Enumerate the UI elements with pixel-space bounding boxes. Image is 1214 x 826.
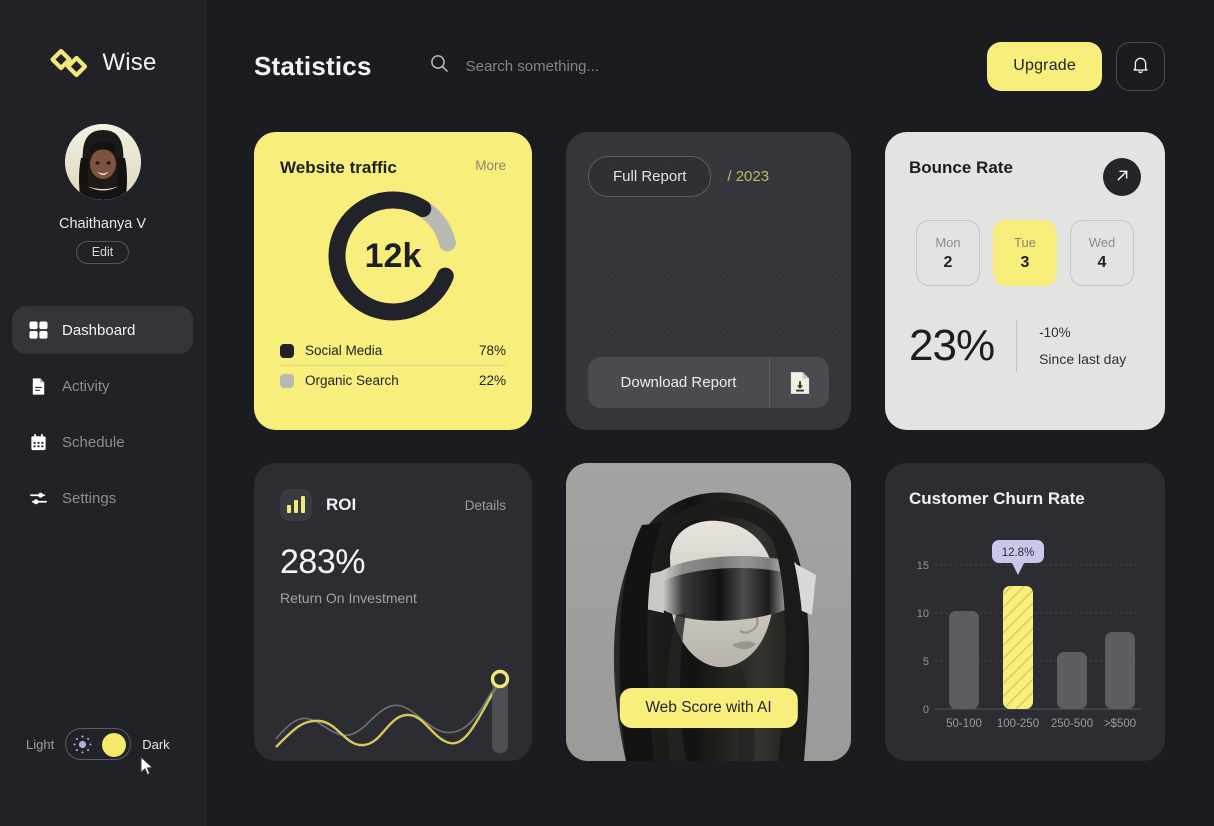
customer-churn-card: Customer Churn Rate 15 10 5 0 12.8% 50-1… <box>885 463 1165 761</box>
roi-line-chart <box>254 621 532 761</box>
day-number: 3 <box>1020 253 1030 271</box>
svg-text:100-250: 100-250 <box>997 718 1039 730</box>
full-report-card: Full Report / 2023 Download Report <box>566 132 851 430</box>
web-score-button[interactable]: Web Score with AI <box>619 688 798 728</box>
legend-item: Organic Search 22% <box>280 365 506 395</box>
bar-chart-icon <box>280 489 312 521</box>
website-traffic-card: Website traffic More 12k Social Media 78… <box>254 132 532 430</box>
legend-value: 78% <box>478 343 506 358</box>
svg-text:0: 0 <box>923 704 929 716</box>
bounce-value: 23% <box>909 321 995 371</box>
search-input[interactable] <box>465 57 786 75</box>
svg-text:5: 5 <box>923 656 929 668</box>
legend-swatch-icon <box>280 373 294 388</box>
svg-text:250-500: 250-500 <box>1051 718 1093 730</box>
divider <box>1016 320 1018 373</box>
calendar-icon <box>28 432 48 452</box>
day-option-mon[interactable]: Mon 2 <box>916 220 980 286</box>
more-link[interactable]: More <box>475 158 506 173</box>
notifications-button[interactable] <box>1116 41 1165 91</box>
svg-text:10: 10 <box>917 608 929 620</box>
brand: Wise <box>0 46 205 80</box>
sidebar-item-schedule[interactable]: Schedule <box>12 418 193 466</box>
day-number: 4 <box>1097 253 1107 271</box>
bounce-delta-sub: Since last day <box>1039 350 1127 367</box>
diamond-logo-icon <box>48 46 90 80</box>
brand-name: Wise <box>102 49 157 76</box>
page-title: Statistics <box>254 50 372 81</box>
sliders-icon <box>28 488 48 508</box>
cards-grid: Website traffic More 12k Social Media 78… <box>254 132 1165 761</box>
sidebar-item-label: Settings <box>62 489 117 507</box>
download-file-icon[interactable] <box>769 357 829 408</box>
svg-text:15: 15 <box>917 560 929 572</box>
legend-label: Organic Search <box>305 373 399 388</box>
sidebar-item-label: Schedule <box>62 433 125 451</box>
profile-name: Chaithanya V <box>58 216 147 232</box>
sidebar-nav: Dashboard Activity Schedule Settings <box>0 306 205 522</box>
report-year: / 2023 <box>727 168 770 185</box>
arrow-up-right-icon <box>1114 167 1131 187</box>
card-title: Customer Churn Rate <box>909 489 1085 508</box>
web-score-card: Web Score with AI <box>566 463 851 761</box>
sidebar-item-label: Dashboard <box>62 321 136 339</box>
search-bar[interactable] <box>430 54 988 78</box>
document-icon <box>28 376 48 396</box>
card-title: Website traffic <box>280 158 397 177</box>
theme-dark-label: Dark <box>142 736 170 752</box>
bounce-delta-block: -10% Since last day <box>1039 320 1126 372</box>
svg-text:12.8%: 12.8% <box>1002 547 1035 559</box>
roi-subtitle: Return On Investment <box>280 590 417 606</box>
search-icon <box>430 54 449 78</box>
day-name: Tue <box>1014 234 1036 250</box>
upgrade-button[interactable]: Upgrade <box>987 41 1102 91</box>
sidebar-item-settings[interactable]: Settings <box>12 474 193 522</box>
main-content: Statistics Upgrade <box>206 0 1214 826</box>
profile: Chaithanya V Edit <box>0 124 205 264</box>
bounce-summary: 23% -10% Since last day <box>909 320 1141 373</box>
card-title: ROI <box>326 495 357 514</box>
churn-bar-chart: 15 10 5 0 12.8% 50-100 100-250 250-500 >… <box>909 535 1141 730</box>
roi-card: ROI Details 283% Return On Investment <box>254 463 532 761</box>
bounce-rate-card: Bounce Rate Mon 2 Tue 3 Wed 4 23% -10% S… <box>885 132 1165 430</box>
legend-value: 22% <box>478 373 506 388</box>
download-report-group[interactable]: Download Report <box>588 357 829 408</box>
avatar[interactable] <box>64 124 141 200</box>
theme-light-label: Light <box>26 736 55 752</box>
roi-value: 283% <box>280 543 365 581</box>
open-details-button[interactable] <box>1103 158 1141 196</box>
traffic-donut-chart: 12k <box>280 186 506 326</box>
svg-text:50-100: 50-100 <box>946 718 982 730</box>
day-name: Wed <box>1088 234 1116 250</box>
day-name: Mon <box>935 234 961 250</box>
legend-label: Social Media <box>305 343 383 358</box>
sidebar-item-label: Activity <box>62 377 110 395</box>
sidebar: Wise Chaithanya V Edit Dashboard Activit… <box>0 0 206 826</box>
day-number: 2 <box>943 253 953 271</box>
legend-swatch-icon <box>280 343 294 358</box>
dashboard-app: Wise Chaithanya V Edit Dashboard Activit… <box>0 0 1214 826</box>
day-selector[interactable]: Mon 2 Tue 3 Wed 4 <box>909 220 1141 286</box>
day-option-tue[interactable]: Tue 3 <box>993 220 1057 286</box>
theme-switch[interactable] <box>65 728 132 760</box>
download-report-button[interactable]: Download Report <box>588 357 769 408</box>
bell-icon <box>1131 55 1150 77</box>
svg-text:>$500: >$500 <box>1104 718 1136 730</box>
full-report-button[interactable]: Full Report <box>588 156 712 197</box>
legend-item: Social Media 78% <box>280 336 506 365</box>
mouse-cursor <box>140 755 154 776</box>
sidebar-item-activity[interactable]: Activity <box>12 362 193 410</box>
edit-profile-button[interactable]: Edit <box>75 241 130 264</box>
donut-center-value: 12k <box>364 236 422 275</box>
sun-icon <box>73 735 92 754</box>
topbar: Statistics Upgrade <box>254 0 1165 132</box>
grid-icon <box>28 320 48 340</box>
details-link[interactable]: Details <box>465 498 506 513</box>
bounce-delta: -10% <box>1039 325 1071 340</box>
card-title: Bounce Rate <box>909 158 1013 177</box>
day-option-wed[interactable]: Wed 4 <box>1070 220 1134 286</box>
theme-switch-knob <box>102 733 127 757</box>
traffic-legend: Social Media 78% Organic Search 22% <box>280 336 506 395</box>
sidebar-item-dashboard[interactable]: Dashboard <box>12 306 193 354</box>
